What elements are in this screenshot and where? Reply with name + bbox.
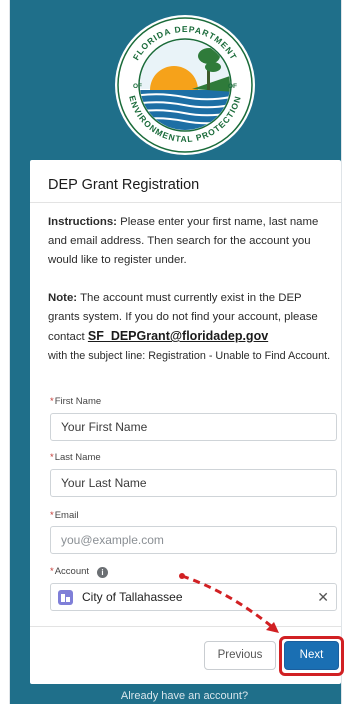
existing-account-link[interactable]: Already have an account? — [10, 690, 349, 702]
annotation-arrow — [179, 573, 279, 633]
registration-card: DEP Grant Registration Instructions: Ple… — [30, 160, 344, 684]
dep-logo: FLORIDA DEPARTMENT ENVIRONMENTAL PROTECT… — [115, 15, 255, 155]
logo-of-right: OF — [228, 83, 237, 90]
logo-of-left: OF — [133, 83, 142, 90]
page-background: FLORIDA DEPARTMENT ENVIRONMENTAL PROTECT… — [9, 0, 344, 704]
